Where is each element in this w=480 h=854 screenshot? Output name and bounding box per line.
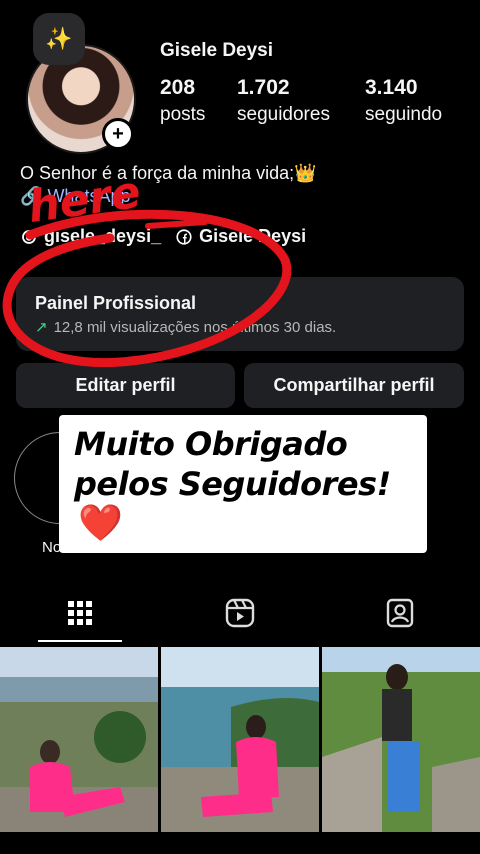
add-story-button[interactable]: + — [102, 118, 134, 150]
stat-posts-value: 208 — [160, 76, 196, 99]
bottom-navigation — [0, 832, 480, 854]
post-thumbnail-3[interactable] — [322, 647, 480, 832]
dashboard-subtitle: ↗ 12,8 mil visualizações nos últimos 30 … — [35, 318, 337, 337]
sparkles-icon: ✨ — [45, 26, 73, 51]
profile-username: Gisele Deysi — [160, 40, 274, 61]
tagged-user-icon — [386, 598, 414, 628]
stat-posts-label: posts — [160, 104, 206, 125]
tab-reels[interactable] — [220, 593, 260, 633]
stat-following-value: 3.140 — [365, 76, 418, 99]
facebook-name-item[interactable]: Gisele Deysi — [175, 226, 306, 247]
caption-sticker-text: Muito Obrigado pelos Seguidores! — [74, 424, 424, 504]
stat-followers[interactable]: 1.702 seguidores — [237, 76, 330, 126]
dashboard-subtitle-text: 12,8 mil visualizações nos últimos 30 di… — [53, 318, 337, 336]
share-profile-button[interactable]: Compartilhar perfil — [244, 363, 464, 408]
professional-dashboard[interactable] — [16, 277, 464, 351]
link-icon: 🔗 — [20, 186, 43, 206]
post-thumbnail-1[interactable] — [0, 647, 158, 832]
facebook-icon — [176, 228, 192, 245]
stat-followers-value: 1.702 — [237, 76, 290, 99]
caption-line-1: Muito Obrigado — [74, 425, 348, 463]
threads-row[interactable]: gisele_deysi_ Gisele Deysi — [20, 226, 306, 247]
reels-icon — [225, 598, 255, 628]
tab-posts-grid[interactable] — [60, 593, 100, 633]
bio-link[interactable]: 🔗 WhatsApp — [20, 186, 130, 207]
stat-following-label: seguindo — [365, 104, 443, 125]
threads-handle: gisele_deysi_ — [44, 226, 162, 246]
bio-text: O Senhor é a força da minha vida;👑 — [20, 163, 317, 183]
heart-emoji: ❤️ — [78, 502, 123, 543]
grid-icon — [68, 601, 92, 625]
post-image — [0, 647, 158, 832]
post-image — [161, 647, 319, 832]
tab-tagged[interactable] — [380, 593, 420, 633]
note-bubble[interactable]: ✨ — [33, 13, 85, 65]
post-image — [322, 647, 480, 832]
caption-line-2: pelos Seguidores! — [74, 465, 391, 503]
stat-followers-label: seguidores — [237, 104, 330, 125]
bio-link-label: WhatsApp — [47, 186, 131, 206]
threads-name: Gisele Deysi — [199, 226, 307, 246]
stat-posts[interactable]: 208 posts — [160, 76, 205, 126]
post-thumbnail-2[interactable] — [161, 647, 319, 832]
threads-icon — [22, 229, 36, 244]
trend-up-icon: ↗ — [35, 319, 48, 336]
active-tab-indicator — [38, 640, 122, 642]
edit-profile-button[interactable]: Editar perfil — [16, 363, 235, 408]
stat-following[interactable]: 3.140 seguindo — [365, 76, 442, 126]
dashboard-title: Painel Profissional — [35, 293, 197, 313]
threads-handle-item[interactable]: gisele_deysi_ — [20, 226, 161, 247]
